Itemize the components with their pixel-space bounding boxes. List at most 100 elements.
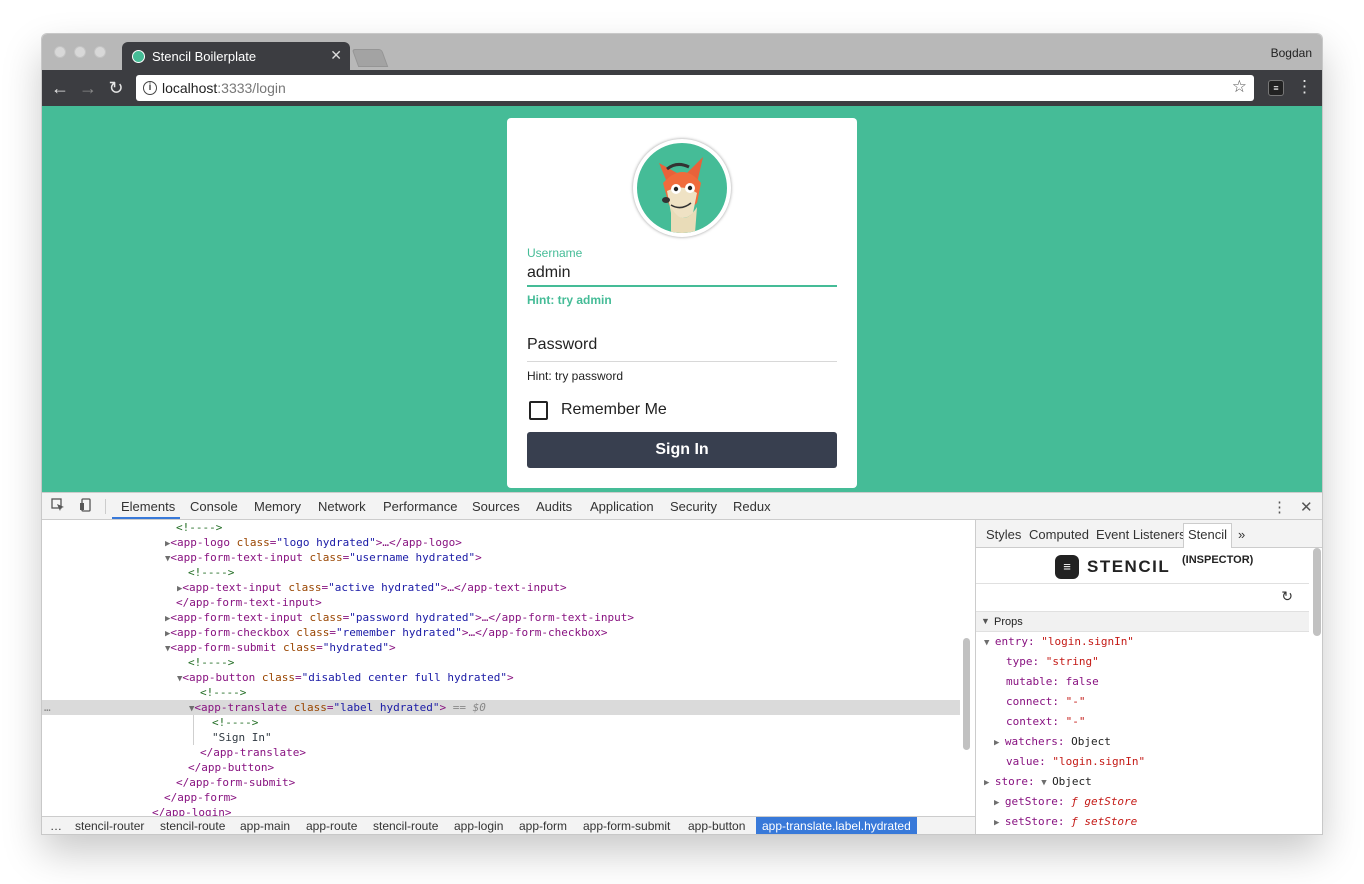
dom-node[interactable]: <!----> — [176, 520, 975, 535]
tab-security[interactable]: Security — [670, 499, 717, 514]
url-path: :3333/login — [217, 80, 286, 96]
dom-node[interactable]: </app-button> — [188, 760, 975, 775]
zoom-window-button[interactable] — [94, 46, 106, 58]
tab-sources[interactable]: Sources — [472, 499, 520, 514]
tree-guide-line — [193, 715, 194, 745]
devtools-panel: Elements Console Memory Network Performa… — [42, 492, 1322, 834]
extension-icon[interactable]: ≡ — [1268, 80, 1284, 96]
props-title: Props — [994, 616, 1023, 628]
prop-store[interactable]: ▶ store: ▼ Object — [984, 772, 1092, 792]
elements-scrollbar[interactable] — [963, 638, 970, 750]
prop-watchers[interactable]: ▶ watchers: Object — [994, 732, 1111, 752]
dom-node[interactable]: ▼<app-form-text-input class="username hy… — [165, 550, 975, 565]
devtools-menu-icon[interactable]: ⋮ — [1272, 498, 1287, 516]
tab-styles[interactable]: Styles — [986, 527, 1021, 542]
tab-event-listeners[interactable]: Event Listeners — [1096, 527, 1186, 542]
sidebar-scrollbar[interactable] — [1313, 548, 1321, 636]
tab-close-icon[interactable]: ✕ — [330, 47, 342, 64]
tab-performance[interactable]: Performance — [383, 499, 457, 514]
dom-node[interactable]: ▶<app-logo class="logo hydrated">…</app-… — [165, 535, 975, 550]
dom-node[interactable]: <!----> — [200, 685, 975, 700]
tab-title: Stencil Boilerplate — [152, 49, 257, 64]
reload-icon[interactable]: ↻ — [106, 77, 126, 99]
prop-type: type: "string" — [1006, 655, 1099, 668]
browser-toolbar: ← → ↻ i localhost:3333/login ☆ ≡ ⋮ — [42, 70, 1322, 106]
dom-node[interactable]: </app-translate> — [200, 745, 975, 760]
dom-node[interactable]: <!----> — [212, 715, 975, 730]
breadcrumb-item[interactable]: app-button — [688, 819, 745, 833]
breadcrumb-item[interactable]: app-route — [306, 819, 357, 833]
prop-entry[interactable]: ▼ entry: "login.signIn" — [984, 632, 1134, 652]
browser-menu-icon[interactable]: ⋮ — [1296, 77, 1313, 97]
device-toolbar-icon[interactable] — [78, 498, 94, 514]
dom-node[interactable]: ▼<app-form-submit class="hydrated"> — [165, 640, 975, 655]
remember-me-label[interactable]: Remember Me — [561, 401, 667, 419]
dom-node[interactable]: </app-login> — [152, 805, 975, 816]
prop-getstore[interactable]: ▶ getStore: ƒ getStore — [994, 792, 1137, 812]
info-icon[interactable]: i — [143, 81, 157, 95]
username-label: Username — [527, 246, 583, 260]
dom-node-selected[interactable]: … ▼<app-translate class="label hydrated">… — [42, 700, 960, 715]
password-input[interactable]: Password — [527, 336, 597, 354]
address-bar[interactable]: i localhost:3333/login ☆ — [136, 75, 1254, 101]
profile-name[interactable]: Bogdan — [1271, 46, 1312, 60]
breadcrumb-more[interactable]: … — [50, 819, 62, 833]
page-viewport: Username admin Hint: try admin Password … — [42, 106, 1322, 492]
dom-node[interactable]: </app-form-submit> — [176, 775, 975, 790]
bookmark-star-icon[interactable]: ☆ — [1232, 77, 1247, 97]
dom-node[interactable]: </app-form-text-input> — [176, 595, 975, 610]
dom-node[interactable]: </app-form> — [164, 790, 975, 805]
breadcrumb-item[interactable]: app-login — [454, 819, 503, 833]
dom-node[interactable]: <!----> — [188, 565, 975, 580]
tab-application[interactable]: Application — [590, 499, 654, 514]
breadcrumb-item-active[interactable]: app-translate.label.hydrated — [756, 817, 917, 834]
breadcrumb-item[interactable]: app-form-submit — [583, 819, 670, 833]
new-tab-button[interactable] — [351, 49, 389, 67]
breadcrumb-item[interactable]: stencil-router — [75, 819, 144, 833]
username-input[interactable]: admin — [527, 264, 571, 282]
username-underline — [527, 285, 837, 287]
tab-console[interactable]: Console — [190, 499, 238, 514]
back-icon[interactable]: ← — [50, 77, 70, 99]
tab-network[interactable]: Network — [318, 499, 366, 514]
breadcrumb-item[interactable]: stencil-route — [160, 819, 225, 833]
prop-mutable: mutable: false — [1006, 675, 1099, 688]
tab-audits[interactable]: Audits — [536, 499, 572, 514]
breadcrumb-item[interactable]: app-main — [240, 819, 290, 833]
remember-me-checkbox[interactable] — [529, 401, 548, 420]
toolbar-separator — [105, 499, 106, 514]
devtools-close-icon[interactable]: ✕ — [1300, 498, 1313, 516]
prop-value: value: "login.signIn" — [1006, 755, 1146, 768]
inspect-element-icon[interactable] — [50, 498, 66, 514]
refresh-icon[interactable]: ↻ — [1281, 588, 1293, 605]
stencil-logo-icon: ≡ — [1055, 555, 1079, 579]
browser-tab[interactable]: Stencil Boilerplate ✕ — [122, 42, 350, 70]
sidebar-more-icon[interactable]: » — [1238, 527, 1245, 542]
sign-in-button[interactable]: Sign In — [527, 432, 837, 468]
dom-node[interactable]: ▼<app-button class="disabled center full… — [177, 670, 975, 685]
forward-icon[interactable]: → — [78, 77, 98, 99]
devtools-tab-bar: Elements Console Memory Network Performa… — [42, 493, 1322, 520]
minimize-window-button[interactable] — [74, 46, 86, 58]
dom-node[interactable]: ▶<app-form-checkbox class="remember hydr… — [165, 625, 975, 640]
close-window-button[interactable] — [54, 46, 66, 58]
tab-stencil[interactable]: Stencil — [1183, 523, 1233, 548]
dom-node[interactable]: ▶<app-text-input class="active hydrated"… — [177, 580, 975, 595]
breadcrumb-item[interactable]: stencil-route — [373, 819, 438, 833]
refresh-row: ↻ — [976, 584, 1309, 612]
stencil-brand: STENCIL — [1087, 557, 1171, 576]
dom-text-node[interactable]: "Sign In" — [212, 730, 975, 745]
browser-window: Stencil Boilerplate ✕ Bogdan ← → ↻ i loc… — [42, 34, 1322, 834]
prop-setstore[interactable]: ▶ setStore: ƒ setStore — [994, 812, 1137, 832]
tab-redux[interactable]: Redux — [733, 499, 771, 514]
breadcrumb-item[interactable]: app-form — [519, 819, 567, 833]
dom-node[interactable]: <!----> — [188, 655, 975, 670]
fox-logo-image — [633, 139, 731, 237]
tab-memory[interactable]: Memory — [254, 499, 301, 514]
password-underline — [527, 361, 837, 362]
props-section-header[interactable]: ▼ Props — [976, 612, 1309, 632]
stencil-inspector-header: ≡ STENCIL (INSPECTOR) — [976, 548, 1309, 584]
dom-node[interactable]: ▶<app-form-text-input class="password hy… — [165, 610, 975, 625]
tab-computed[interactable]: Computed — [1029, 527, 1089, 542]
tab-elements[interactable]: Elements — [121, 499, 175, 514]
